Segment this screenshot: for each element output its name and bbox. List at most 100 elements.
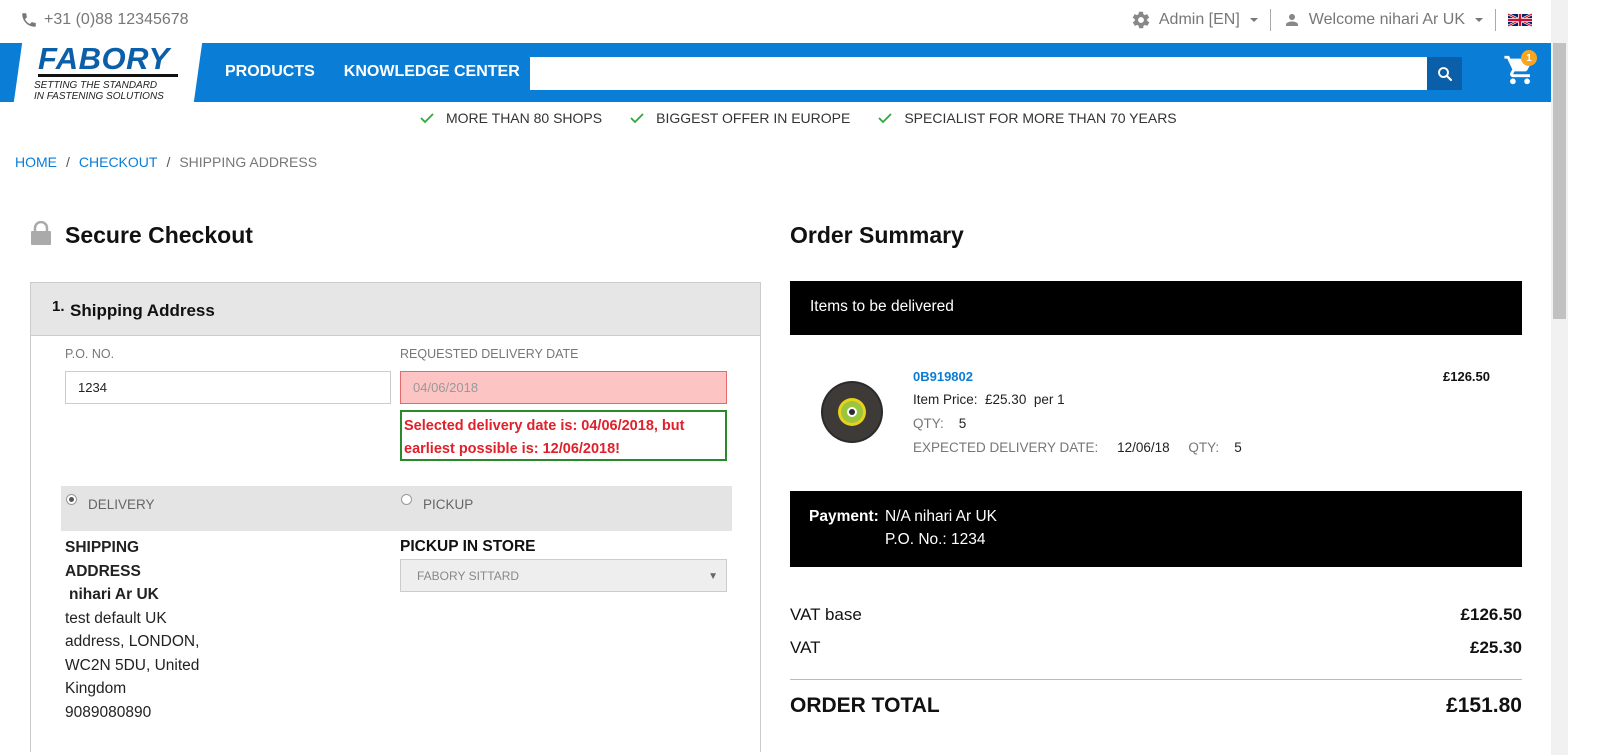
check-icon — [420, 113, 434, 124]
cutting-disc-product-image[interactable] — [820, 380, 884, 444]
shipping-address-block: SHIPPING ADDRESS nihari Ar UK test defau… — [65, 536, 225, 724]
order-summary-title: Order Summary — [790, 222, 964, 248]
usp-text: SPECIALIST FOR MORE THAN 70 YEARS — [904, 110, 1177, 126]
address-line: Kingdom — [65, 680, 127, 697]
usp-text: BIGGEST OFFER IN EUROPE — [656, 110, 851, 126]
expected-qty-value: 5 — [1234, 440, 1242, 455]
page-scrollbar-thumb[interactable] — [1553, 43, 1566, 319]
breadcrumb-home[interactable]: HOME — [15, 154, 57, 170]
address-name: nihari Ar UK — [69, 586, 159, 603]
shipping-address-heading: SHIPPING — [65, 539, 140, 556]
logo-underline — [38, 74, 178, 77]
line-total: £126.50 — [1443, 369, 1490, 384]
breadcrumb-checkout[interactable]: CHECKOUT — [79, 154, 158, 170]
step-number: 1. — [52, 298, 65, 315]
payment-block: Payment: N/A nihari Ar UK P.O. No.: 1234 — [790, 491, 1522, 567]
admin-label: Admin [EN] — [1158, 11, 1240, 28]
shipping-address-panel: 1. Shipping Address P.O. NO. REQUESTED D… — [30, 282, 761, 752]
item-price-row: Item Price: £25.30 per 1 — [913, 392, 1065, 407]
step-header: 1. Shipping Address — [31, 283, 760, 336]
account-menu[interactable]: Welcome nihari Ar UK — [1271, 11, 1495, 29]
items-header: Items to be delivered — [790, 281, 1522, 335]
item-price-value: £25.30 — [985, 392, 1027, 407]
usp-text: MORE THAN 80 SHOPS — [446, 110, 603, 126]
uk-flag-icon — [1508, 13, 1532, 27]
vat-row: VAT £25.30 — [790, 638, 1522, 658]
qty-value: 5 — [958, 416, 967, 431]
nav-products[interactable]: PRODUCTS — [225, 63, 315, 81]
vat-base-row: VAT base £126.50 — [790, 605, 1522, 625]
main-nav: PRODUCTS KNOWLEDGE CENTER — [225, 63, 520, 81]
phone-contact[interactable]: +31 (0)88 12345678 — [20, 11, 189, 29]
items-header-text: Items to be delivered — [810, 298, 954, 315]
search-input[interactable] — [530, 57, 1428, 90]
vat-value: £25.30 — [1470, 638, 1522, 657]
item-price-label: Item Price: — [913, 392, 978, 407]
admin-language-menu[interactable]: Admin [EN] — [1119, 10, 1270, 30]
order-total-row: ORDER TOTAL £151.80 — [790, 694, 1522, 718]
payment-po: P.O. No.: 1234 — [885, 531, 986, 548]
qty-label: QTY: — [913, 416, 944, 431]
breadcrumb-separator: / — [166, 154, 171, 170]
address-line: address, LONDON, — [65, 633, 200, 650]
expected-delivery-label: EXPECTED DELIVERY DATE: — [913, 440, 1099, 455]
shipping-address-heading: ADDRESS — [65, 562, 141, 580]
delivery-date-label: REQUESTED DELIVERY DATE — [400, 347, 579, 361]
payment-value: N/A nihari Ar UK — [885, 508, 997, 525]
delivery-date-error: Selected delivery date is: 04/06/2018, b… — [400, 410, 727, 461]
logo-tagline-line-2: IN FASTENING SOLUTIONS — [34, 91, 164, 102]
usp-item: MORE THAN 80 SHOPS — [420, 110, 602, 126]
address-line: test default UK — [65, 609, 167, 627]
po-number-input[interactable] — [65, 371, 391, 404]
fabory-logo[interactable]: FABORY SETTING THE STANDARD IN FASTENING… — [28, 41, 188, 102]
main-header: FABORY SETTING THE STANDARD IN FASTENING… — [0, 41, 1551, 102]
lock-icon — [31, 221, 51, 245]
pickup-store-value: FABORY SITTARD — [417, 568, 520, 583]
search-button[interactable] — [1427, 57, 1462, 90]
delivery-date-input[interactable] — [400, 371, 727, 404]
delivery-mode-bar: DELIVERY PICKUP — [61, 486, 732, 531]
expected-qty-label: QTY: — [1188, 440, 1220, 455]
error-line: earliest possible is: 12/06/2018! — [404, 441, 621, 457]
page-title: Secure Checkout — [65, 222, 253, 248]
expected-delivery-value: 12/06/18 — [1117, 440, 1170, 455]
vat-base-label: VAT base — [790, 605, 862, 624]
step-title: Shipping Address — [70, 301, 215, 320]
nav-knowledge-center[interactable]: KNOWLEDGE CENTER — [344, 63, 520, 81]
welcome-label: Welcome nihari Ar UK — [1308, 11, 1465, 28]
search-icon — [1437, 66, 1452, 81]
usp-item: BIGGEST OFFER IN EUROPE — [630, 110, 850, 126]
breadcrumb: HOME / CHECKOUT / SHIPPING ADDRESS — [15, 154, 317, 170]
check-icon — [630, 113, 644, 124]
logo-tagline: SETTING THE STANDARD IN FASTENING SOLUTI… — [34, 80, 164, 102]
qty-row: QTY: 5 — [913, 416, 966, 431]
address-phone: 9089080890 — [65, 703, 152, 721]
vat-base-value: £126.50 — [1460, 605, 1522, 624]
delivery-radio-label[interactable]: DELIVERY — [88, 497, 155, 512]
order-total-label: ORDER TOTAL — [790, 694, 940, 717]
delivery-radio[interactable] — [66, 494, 77, 505]
cart-count-badge: 1 — [1521, 50, 1537, 66]
breadcrumb-separator: / — [66, 154, 70, 170]
language-flag-button[interactable] — [1496, 13, 1544, 27]
top-utility-bar: +31 (0)88 12345678 Admin [EN] Welcome ni… — [0, 0, 1568, 43]
payment-label: Payment: — [809, 508, 879, 525]
chevron-down-icon — [1475, 18, 1483, 22]
expected-delivery-row: EXPECTED DELIVERY DATE: 12/06/18 QTY: 5 — [913, 440, 1242, 455]
item-price-unit: per 1 — [1033, 392, 1065, 407]
divider — [790, 679, 1522, 680]
usp-strip: MORE THAN 80 SHOPS BIGGEST OFFER IN EURO… — [420, 110, 1177, 126]
po-number-label: P.O. NO. — [65, 347, 115, 361]
pickup-radio-label[interactable]: PICKUP — [423, 497, 473, 512]
chevron-down-icon — [1249, 18, 1258, 22]
chevron-down-icon: ▼ — [708, 571, 718, 582]
product-sku-link[interactable]: 0B919802 — [913, 369, 973, 384]
phone-number: +31 (0)88 12345678 — [44, 11, 189, 28]
user-icon — [1285, 14, 1298, 26]
pickup-store-select[interactable]: FABORY SITTARD ▼ — [400, 559, 727, 592]
logo-word: FABORY — [38, 41, 170, 76]
address-line: WC2N 5DU, United — [65, 656, 200, 674]
pickup-radio[interactable] — [401, 494, 412, 505]
vat-label: VAT — [790, 638, 821, 657]
logo-tagline-line-1: SETTING THE STANDARD — [34, 80, 158, 91]
